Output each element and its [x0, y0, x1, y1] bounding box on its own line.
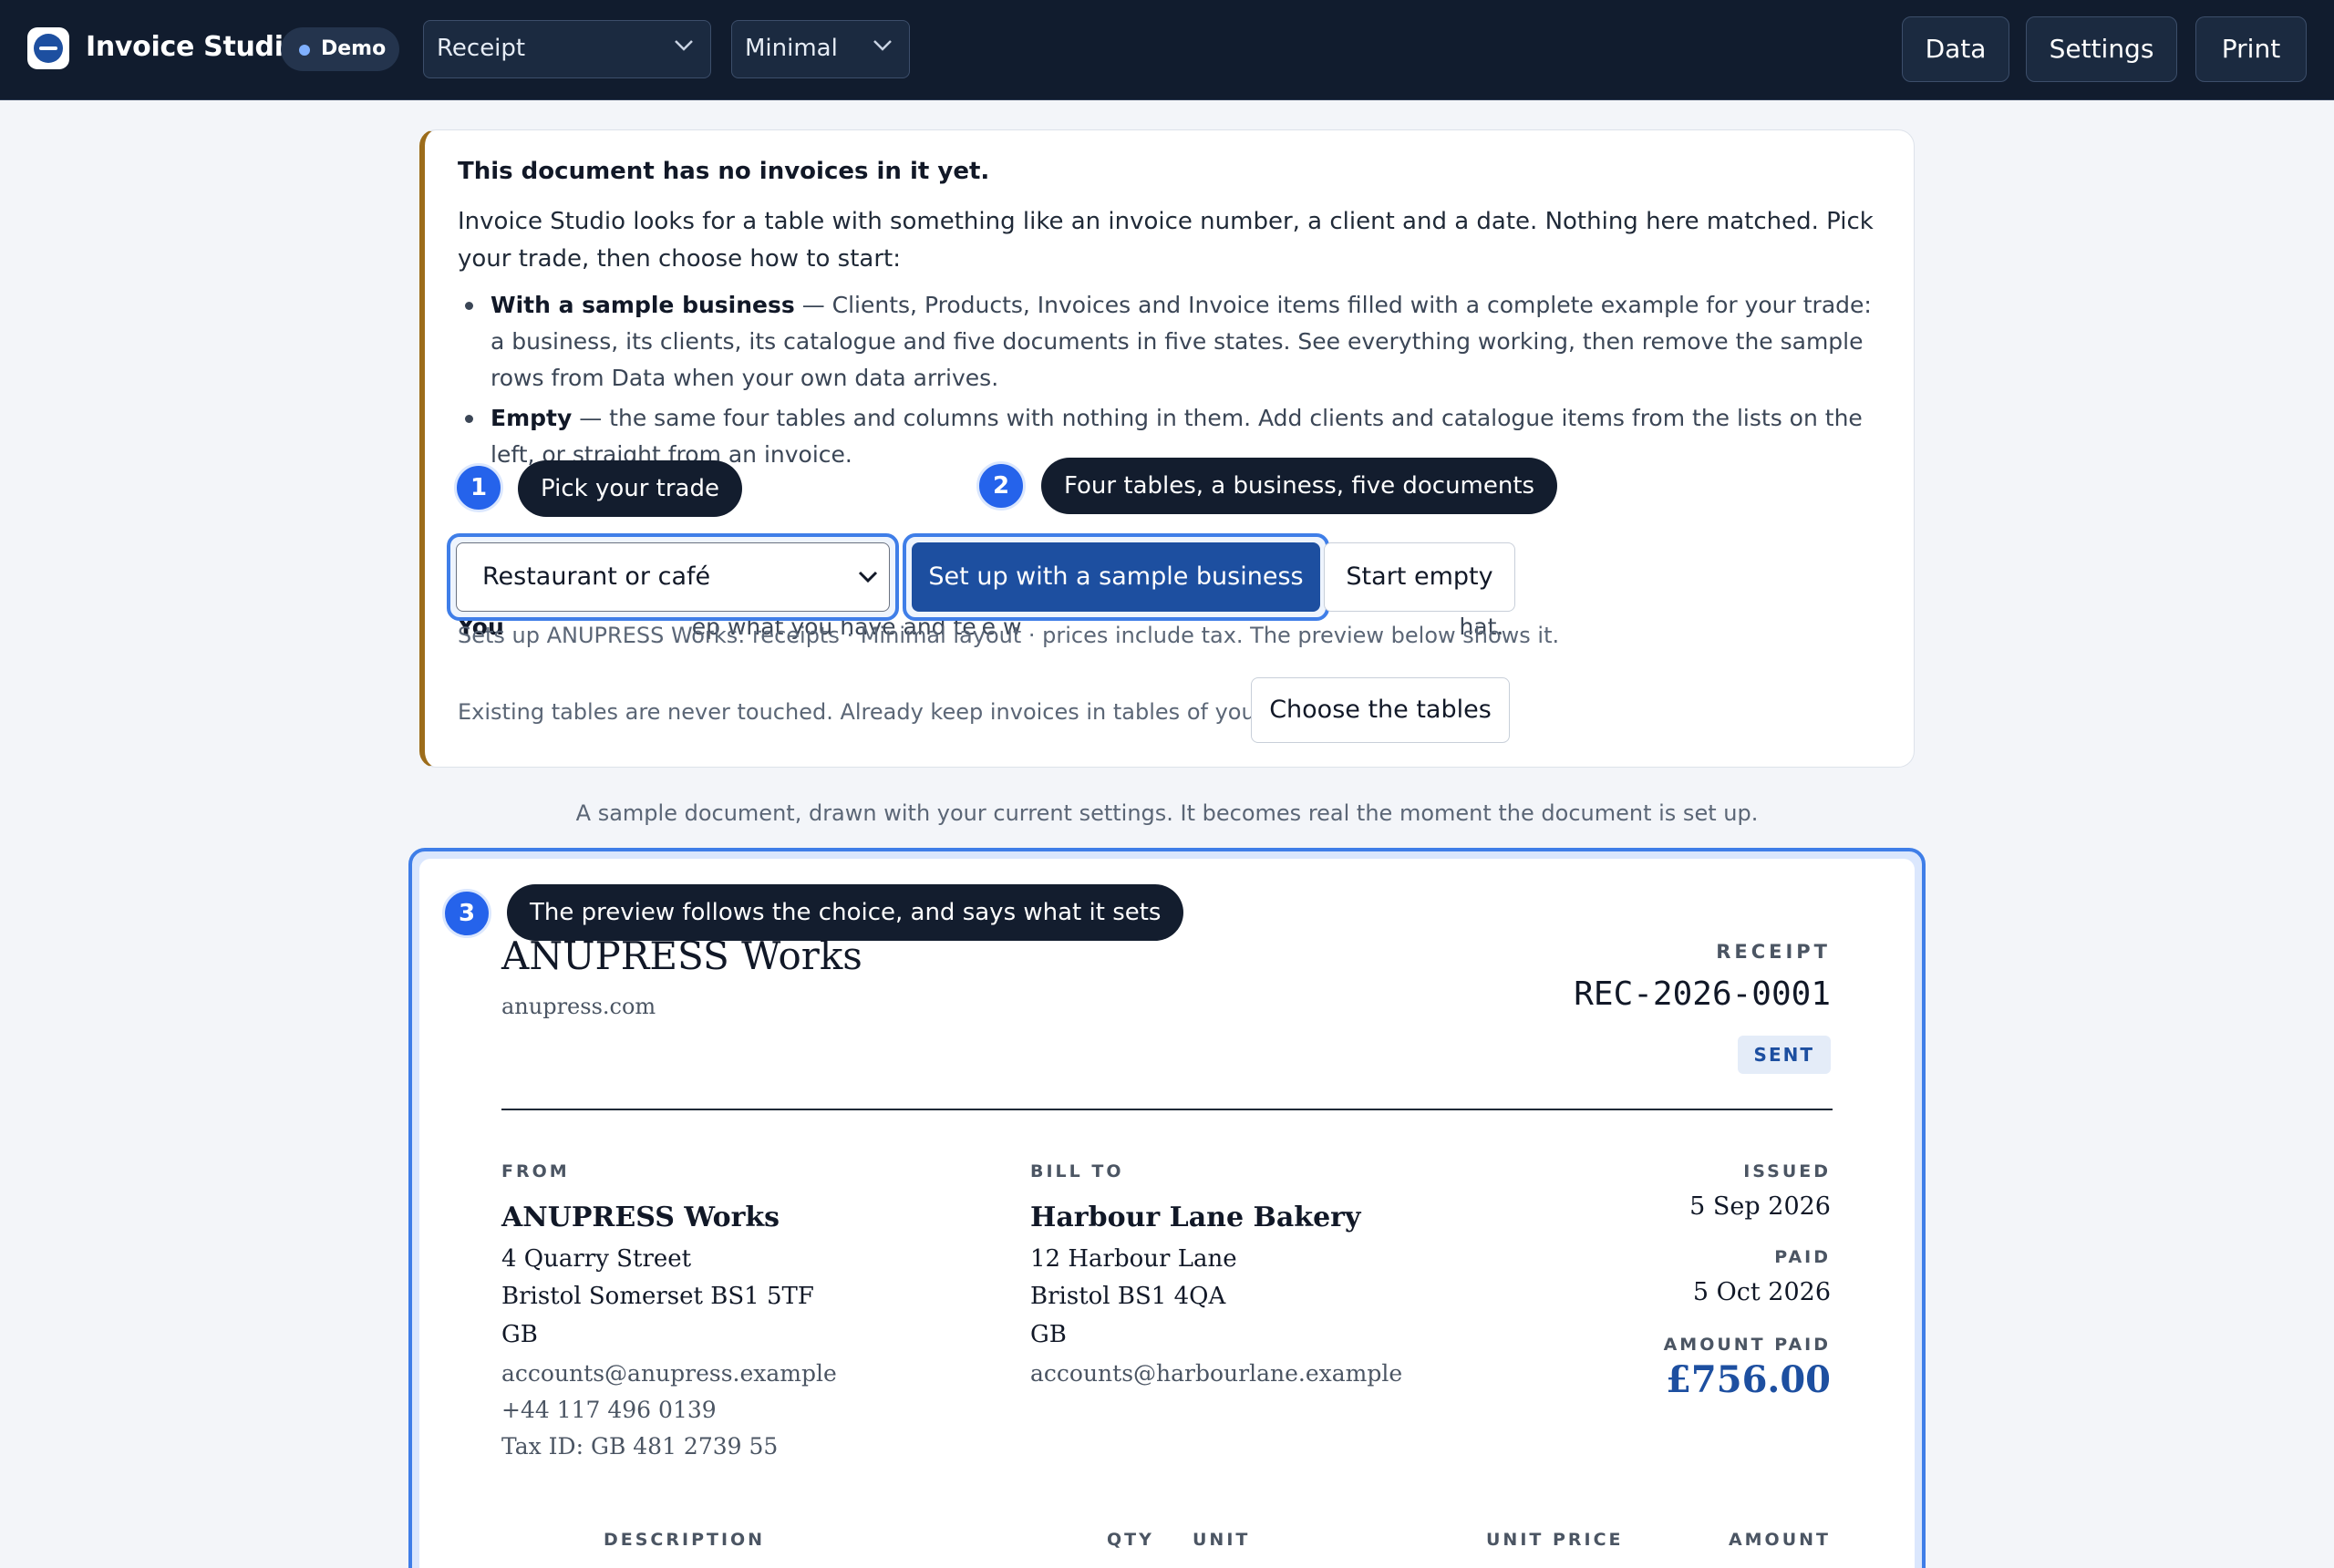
column-header-amount: AMOUNT [1728, 1530, 1831, 1550]
from-label: FROM [501, 1161, 570, 1181]
column-header-unit-price: UNIT PRICE [1486, 1530, 1624, 1550]
top-bar: Invoice Studio Demo Receipt Minimal Data… [0, 0, 2334, 100]
tour-step-number: 3 [442, 889, 491, 938]
business-name: ANUPRESS Works [501, 934, 862, 978]
demo-badge-label: Demo [321, 37, 387, 60]
document-type-select[interactable]: Receipt [423, 20, 711, 78]
column-header-description: DESCRIPTION [604, 1530, 766, 1550]
document-type-value: Receipt [437, 35, 526, 62]
sample-caption: A sample document, drawn with your curre… [575, 800, 1759, 826]
chevron-down-icon [675, 40, 693, 51]
bill-to-street: 12 Harbour Lane [1030, 1245, 1237, 1273]
from-street: 4 Quarry Street [501, 1245, 692, 1273]
document-number: REC-2026-0001 [1574, 975, 1831, 1013]
demo-badge: Demo [281, 27, 399, 71]
column-header-qty: QTY [1107, 1530, 1154, 1550]
from-name: ANUPRESS Works [501, 1202, 780, 1233]
document-kind: RECEIPT [1716, 941, 1831, 963]
choose-tables-button[interactable]: Choose the tables [1251, 677, 1510, 743]
paid-label: PAID [1774, 1247, 1831, 1267]
tour-step-number: 1 [454, 463, 503, 512]
setup-hint: Sets up ANUPRESS Works: receipts · Minim… [458, 623, 1560, 648]
from-country: GB [501, 1321, 538, 1348]
issued-label: ISSUED [1743, 1161, 1831, 1181]
sample-button-highlight: Set up with a sample business [903, 533, 1329, 621]
bill-to-email: accounts@harbourlane.example [1030, 1360, 1403, 1387]
existing-tables-text: Existing tables are never touched. Alrea… [458, 699, 1328, 725]
start-empty-button[interactable]: Start empty [1324, 542, 1515, 612]
from-tax-id: Tax ID: GB 481 2739 55 [501, 1433, 779, 1460]
list-item: With a sample business — Clients, Produc… [458, 287, 1880, 397]
bill-to-country: GB [1030, 1321, 1067, 1348]
onboarding-title: This document has no invoices in it yet. [458, 158, 990, 185]
setup-sample-button[interactable]: Set up with a sample business [912, 542, 1320, 612]
bill-to-city: Bristol BS1 4QA [1030, 1283, 1226, 1310]
from-phone: +44 117 496 0139 [501, 1397, 717, 1423]
app-title: Invoice Studio [86, 31, 303, 63]
trade-select-value: Restaurant or café [482, 562, 711, 591]
app-logo-icon [27, 27, 69, 69]
start-options-list: With a sample business — Clients, Produc… [458, 287, 1880, 477]
tour-step-bubble: Four tables, a business, five documents [1041, 458, 1558, 514]
trade-select[interactable]: Restaurant or café [456, 542, 890, 612]
chevron-down-icon [873, 40, 892, 51]
amount-paid-value: £756.00 [1666, 1358, 1831, 1401]
tour-step-number: 2 [976, 461, 1026, 511]
settings-button[interactable]: Settings [2026, 16, 2177, 82]
status-dot-icon [299, 45, 310, 56]
layout-value: Minimal [745, 35, 838, 62]
trade-select-highlight: Restaurant or café [447, 533, 899, 621]
status-badge: SENT [1737, 1036, 1831, 1074]
chevron-down-icon [858, 571, 878, 583]
tour-step-bubble: The preview follows the choice, and says… [507, 884, 1184, 941]
from-email: accounts@anupress.example [501, 1360, 837, 1387]
tour-step-bubble: Pick your trade [518, 460, 742, 517]
data-button[interactable]: Data [1902, 16, 2009, 82]
column-header-unit: UNIT [1193, 1530, 1251, 1550]
option-label: With a sample business [491, 292, 795, 318]
divider [501, 1109, 1833, 1110]
bill-to-label: BILL TO [1030, 1161, 1124, 1181]
amount-paid-label: AMOUNT PAID [1663, 1335, 1831, 1355]
layout-select[interactable]: Minimal [731, 20, 910, 78]
onboarding-card: This document has no invoices in it yet.… [419, 129, 1915, 768]
business-website: anupress.com [501, 994, 656, 1019]
bill-to-name: Harbour Lane Bakery [1030, 1202, 1361, 1233]
print-button[interactable]: Print [2195, 16, 2307, 82]
from-city: Bristol Somerset BS1 5TF [501, 1283, 814, 1310]
issued-date: 5 Sep 2026 [1689, 1192, 1831, 1221]
onboarding-intro: Invoice Studio looks for a table with so… [458, 208, 1874, 273]
paid-date: 5 Oct 2026 [1692, 1278, 1831, 1306]
option-label: Empty [491, 405, 573, 431]
